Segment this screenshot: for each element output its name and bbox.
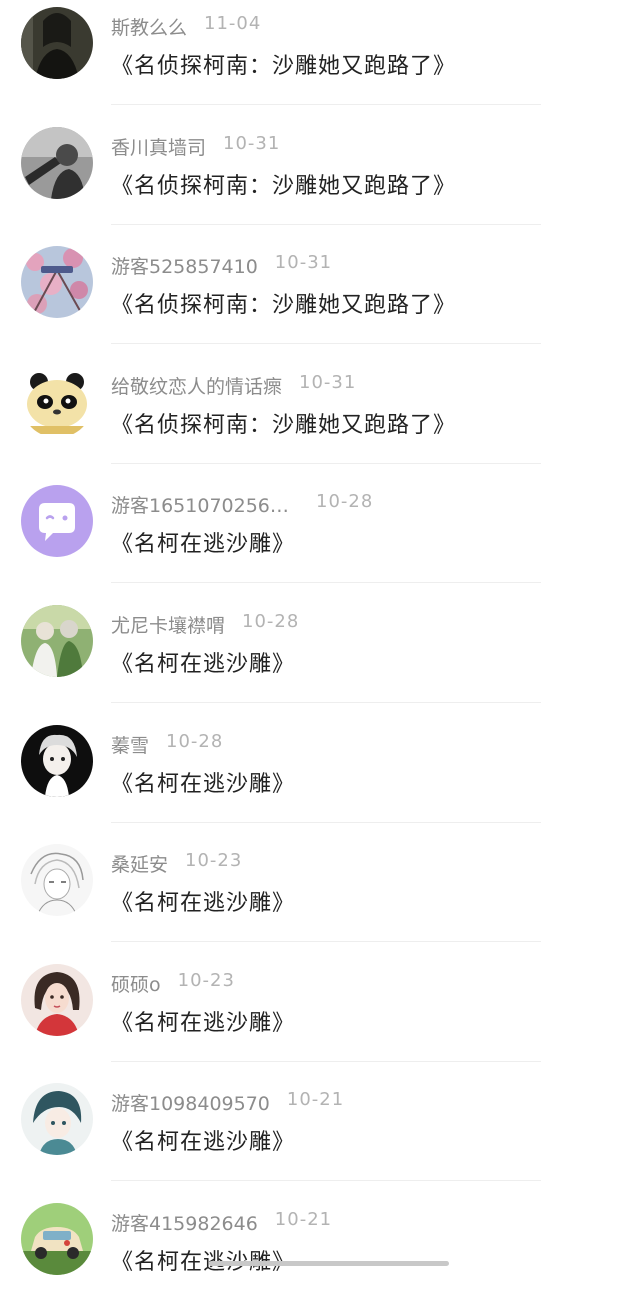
comment-text: 《名侦探柯南：沙雕她又跑路了》 — [111, 173, 457, 199]
comment-item[interactable]: 游客1098409570 10-21 《名柯在逃沙雕》 — [0, 1076, 640, 1196]
comment-date: 11-04 — [204, 13, 262, 34]
comment-text: 《名柯在逃沙雕》 — [111, 532, 296, 558]
divider — [111, 821, 541, 823]
comment-item[interactable]: 香川真墙司 10-31 《名侦探柯南：沙雕她又跑路了》 — [0, 120, 640, 240]
comment-text: 《名柯在逃沙雕》 — [111, 891, 296, 917]
comment-date: 10-31 — [274, 252, 333, 274]
comment-text: 《名侦探柯南：沙雕她又跑路了》 — [111, 412, 457, 438]
comment-date: 10-28 — [166, 730, 224, 752]
comment-item[interactable]: 尤尼卡壤襟喟 10-28 《名柯在逃沙雕》 — [0, 598, 640, 718]
divider — [111, 462, 541, 464]
comment-text: 《名柯在逃沙雕》 — [111, 1130, 296, 1156]
cherry-blossom-avatar[interactable] — [21, 246, 93, 319]
comment-text: 《名侦探柯南：沙雕她又跑路了》 — [111, 54, 457, 79]
girl-red-dress-avatar[interactable] — [21, 963, 93, 1036]
divider — [111, 701, 541, 703]
comment-date: 10-28 — [316, 491, 374, 513]
panda-plush-avatar[interactable] — [21, 365, 93, 438]
comment-username[interactable]: 桑延安 — [111, 850, 168, 877]
comment-date: 10-28 — [242, 610, 300, 632]
divider — [111, 343, 541, 345]
comment-item[interactable]: 硕硕o 10-23 《名柯在逃沙雕》 — [0, 957, 640, 1077]
divider — [111, 1060, 541, 1062]
comment-item[interactable]: 给敬纹恋人的情话瘝 10-31 《名侦探柯南：沙雕她又跑路了》 — [0, 359, 640, 479]
comment-text: 《名柯在逃沙雕》 — [111, 1010, 296, 1036]
comment-date: 10-21 — [274, 1208, 333, 1230]
anime-girl-black-avatar[interactable] — [21, 724, 93, 797]
comment-text: 《名柯在逃沙雕》 — [111, 1249, 296, 1275]
comment-username[interactable]: 尤尼卡壤襟喟 — [111, 611, 225, 638]
comment-list: 斯教么么 11-04 《名侦探柯南：沙雕她又跑路了》 香川真墙司 10-31 《名侦… — [0, 0, 640, 1316]
comment-username[interactable]: 香川真墙司 — [111, 133, 206, 160]
comment-username[interactable]: 游客525857410 — [111, 252, 258, 279]
comment-date: 10-31 — [299, 371, 357, 393]
comment-username[interactable]: 游客1651070256… — [111, 491, 299, 518]
comment-text: 《名侦探柯南：沙雕她又跑路了》 — [111, 293, 457, 319]
comment-username[interactable]: 给敬纹恋人的情话瘝 — [111, 372, 282, 399]
comment-date: 10-31 — [223, 132, 281, 154]
comment-item[interactable]: 游客1651070256… 10-28 《名柯在逃沙雕》 — [0, 478, 640, 598]
grayscale-person-avatar[interactable] — [21, 126, 93, 199]
divider — [111, 582, 541, 584]
comment-item[interactable]: 桑延安 10-23 《名柯在逃沙雕》 — [0, 837, 640, 957]
comment-text: 《名柯在逃沙雕》 — [111, 771, 296, 797]
comment-date: 10-21 — [286, 1089, 345, 1111]
comment-item[interactable]: 斯教么么 11-04 《名侦探柯南：沙雕她又跑路了》 — [0, 0, 640, 120]
comment-username[interactable]: 游客1098409570 — [111, 1089, 270, 1116]
divider — [111, 941, 541, 943]
default-chat-bubble-avatar[interactable] — [21, 485, 93, 558]
home-indicator[interactable] — [209, 1261, 449, 1266]
anime-boy-teal-avatar[interactable] — [21, 1083, 93, 1156]
dark-portrait-avatar[interactable] — [21, 7, 93, 79]
comment-text: 《名柯在逃沙雕》 — [111, 651, 296, 677]
comment-username[interactable]: 蓁雪 — [111, 731, 149, 758]
divider — [111, 1180, 541, 1182]
anime-sketch-avatar[interactable] — [21, 844, 93, 917]
comment-date: 10-23 — [177, 969, 235, 991]
comment-username[interactable]: 斯教么么 — [111, 13, 187, 40]
comment-date: 10-23 — [185, 850, 243, 872]
anime-group-avatar[interactable] — [21, 604, 93, 677]
comment-item[interactable]: 游客415982646 10-21 《名柯在逃沙雕》 — [0, 1196, 640, 1316]
comment-item[interactable]: 游客525857410 10-31 《名侦探柯南：沙雕她又跑路了》 — [0, 239, 640, 359]
comment-username[interactable]: 硕硕o — [111, 970, 161, 997]
comment-item[interactable]: 蓁雪 10-28 《名柯在逃沙雕》 — [0, 718, 640, 838]
divider — [111, 223, 541, 225]
toy-car-avatar[interactable] — [21, 1202, 93, 1275]
comment-username[interactable]: 游客415982646 — [111, 1209, 258, 1236]
divider — [111, 104, 541, 105]
